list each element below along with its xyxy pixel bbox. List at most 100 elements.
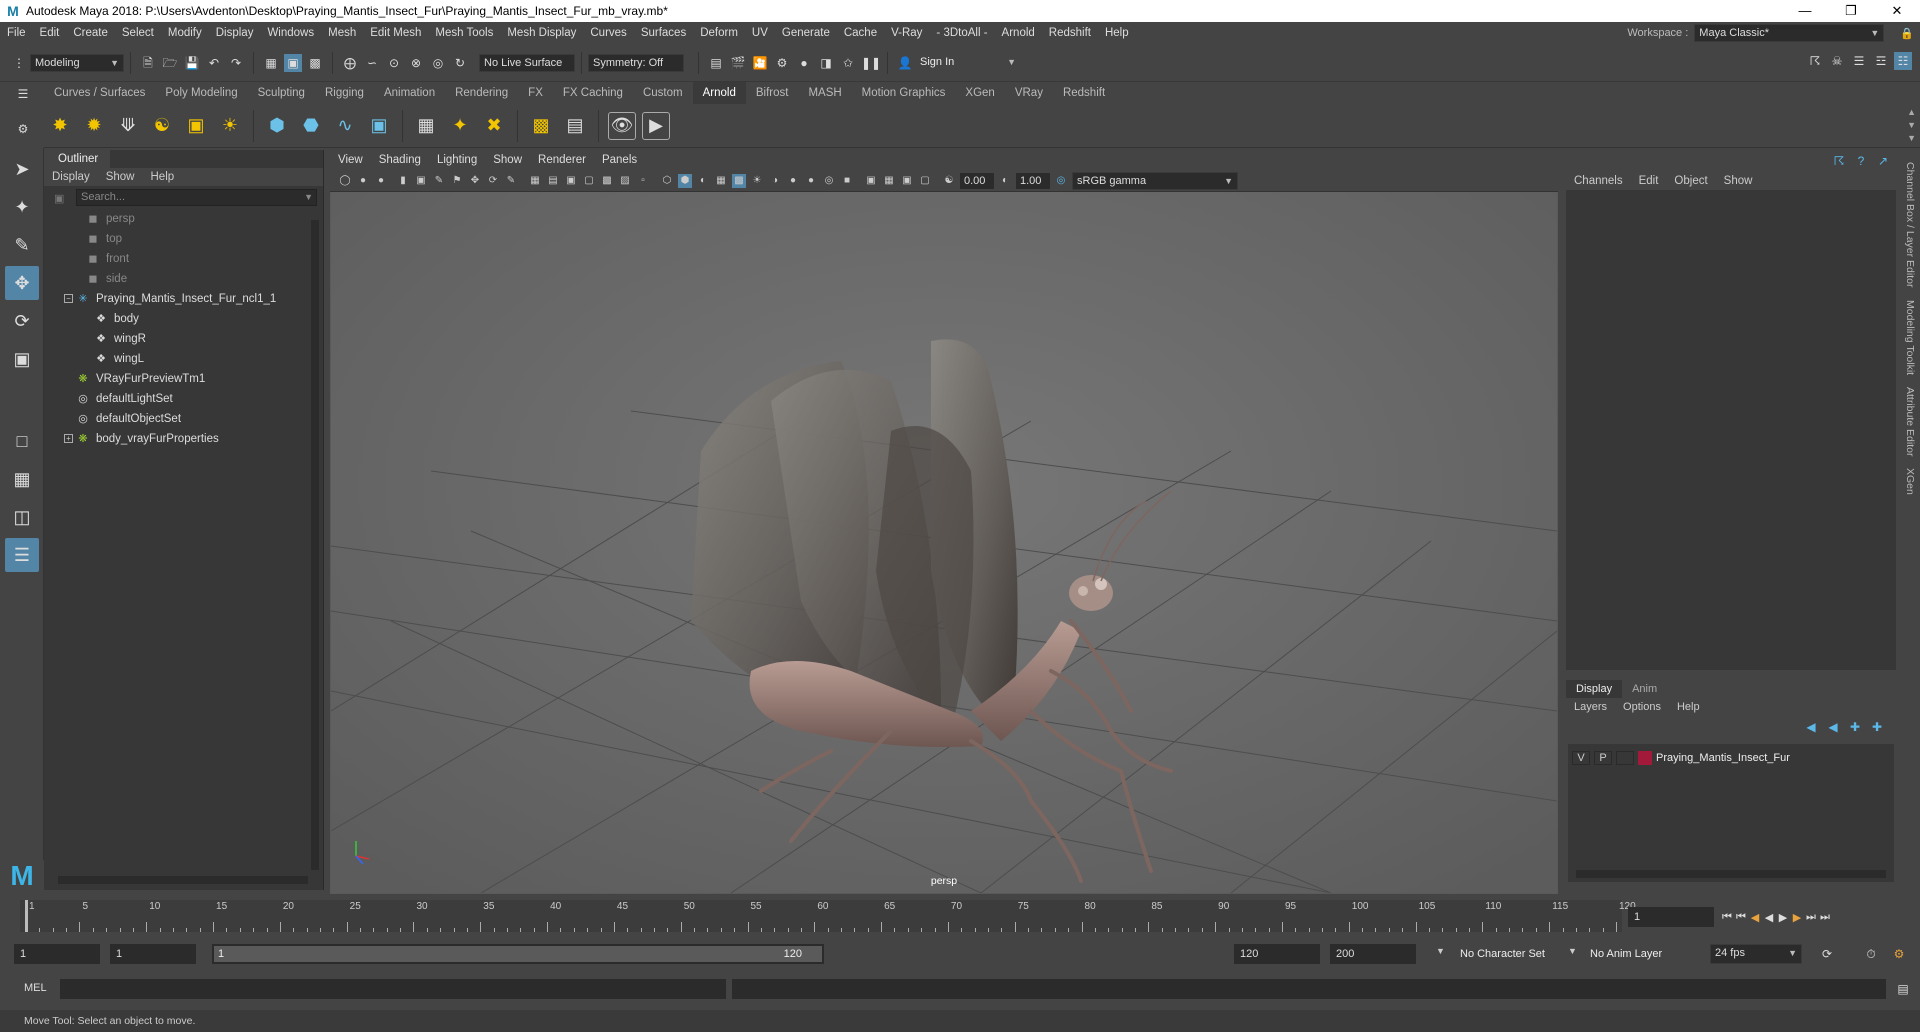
shelf-menu-icon[interactable]: ☰ [14, 85, 32, 103]
render-play-icon[interactable]: ▶ [642, 111, 670, 140]
filter-icon[interactable]: ▣ [54, 192, 64, 205]
menu-edit[interactable]: Edit [33, 22, 67, 44]
outliner-menu-display[interactable]: Display [44, 168, 98, 186]
shelf-tab-motion-graphics[interactable]: Motion Graphics [852, 82, 956, 104]
menu-vray[interactable]: V-Ray [884, 22, 929, 44]
menu-3dtoall[interactable]: - 3DtoAll - [929, 22, 994, 44]
exposure-icon[interactable]: ☯ [942, 174, 956, 188]
shelf-tab-xgen[interactable]: XGen [955, 82, 1004, 104]
textured-icon[interactable]: ▦ [714, 174, 728, 188]
step-forward-frame-icon[interactable]: ▶ [1790, 911, 1804, 924]
side-tab-channel-box[interactable]: Channel Box / Layer Editor [1904, 162, 1916, 288]
shelf-scroll-arrows[interactable]: ▲ ▼ ▼ [1907, 106, 1916, 145]
shelf-tab-arnold[interactable]: Arnold [692, 82, 746, 104]
select-component-icon[interactable]: ▩ [306, 54, 324, 72]
play-forwards-icon[interactable]: ▶ [1776, 911, 1790, 924]
channel-box-area[interactable] [1566, 190, 1896, 670]
menu-windows[interactable]: Windows [260, 22, 321, 44]
auto-key-icon[interactable]: ⏱ [1862, 945, 1880, 963]
layer-horizontal-scrollbar[interactable] [1576, 870, 1886, 878]
redo-icon[interactable]: ↷ [227, 54, 245, 72]
outliner-item-default-object-set[interactable]: ◎ defaultObjectSet [76, 409, 323, 429]
menu-deform[interactable]: Deform [693, 22, 745, 44]
new-layer-icon[interactable]: ✚ [1846, 718, 1864, 736]
render-current-icon[interactable]: 🎬 [729, 54, 747, 72]
side-tab-modeling-toolkit[interactable]: Modeling Toolkit [1904, 300, 1916, 375]
render-view-icon[interactable]: ▤ [707, 54, 725, 72]
toggle-tool-settings-icon[interactable]: ☲ [1872, 52, 1890, 70]
dolly-icon[interactable]: ✎ [504, 174, 518, 188]
wireframe-on-shaded-icon[interactable]: ◐ [696, 174, 710, 188]
outliner-horizontal-scrollbar[interactable] [58, 876, 308, 884]
chevron-down-icon[interactable]: ▼ [1436, 946, 1445, 956]
menu-display[interactable]: Display [209, 22, 261, 44]
grid-toggle-icon[interactable]: ▦ [528, 174, 542, 188]
modeling-toolkit-icon[interactable]: ☈ [1806, 52, 1824, 70]
render-view-icon[interactable]: 👁 [608, 111, 636, 140]
paint-select-tool-icon[interactable]: ✎ [5, 228, 39, 262]
new-scene-icon[interactable]: 🗎 [139, 54, 157, 72]
outliner-item-vrayfur[interactable]: ❋ VRayFurPreviewTm1 [76, 369, 323, 389]
backface-icon[interactable]: ▢ [918, 174, 932, 188]
xray-icon[interactable]: ◑ [768, 174, 782, 188]
outliner-menu-help[interactable]: Help [143, 168, 183, 186]
photometric-light-icon[interactable]: ⟱ [114, 112, 142, 140]
shelf-tab-fx-caching[interactable]: FX Caching [553, 82, 633, 104]
open-scene-icon[interactable]: 🗁 [161, 54, 179, 72]
menu-curves[interactable]: Curves [583, 22, 633, 44]
layer-menu-help[interactable]: Help [1669, 701, 1708, 713]
menu-mesh-tools[interactable]: Mesh Tools [428, 22, 500, 44]
shelf-tab-rendering[interactable]: Rendering [445, 82, 518, 104]
maximize-button[interactable]: ❐ [1828, 0, 1874, 22]
viewport-menu-panels[interactable]: Panels [594, 150, 645, 170]
outliner-tab[interactable]: Outliner [44, 150, 110, 168]
render-settings-icon[interactable]: ⚙ [773, 54, 791, 72]
viewport-menu-view[interactable]: View [330, 150, 371, 170]
menu-help[interactable]: Help [1098, 22, 1136, 44]
menu-cache[interactable]: Cache [837, 22, 884, 44]
workspace-dropdown[interactable]: Maya Classic* ▼ [1694, 24, 1885, 42]
layer-menu-options[interactable]: Options [1615, 701, 1669, 713]
gate-mask-icon[interactable]: ▢ [582, 174, 596, 188]
shelf-tab-fx[interactable]: FX [518, 82, 553, 104]
playback-end-field[interactable]: 120 [1234, 944, 1320, 964]
outliner-item-top[interactable]: ◼ top [86, 229, 323, 249]
shelf-settings-icon[interactable]: ⚙ [14, 120, 32, 138]
pause-icon[interactable]: ❚❚ [861, 54, 881, 72]
layer-tab-anim[interactable]: Anim [1622, 680, 1667, 698]
menu-create[interactable]: Create [66, 22, 115, 44]
step-back-frame-icon[interactable]: ◀ [1748, 911, 1762, 924]
shelf-tab-vray[interactable]: VRay [1005, 82, 1053, 104]
flush-skydome-icon[interactable]: ✖ [480, 112, 508, 140]
select-hierarchy-icon[interactable]: ▦ [262, 54, 280, 72]
side-tab-attribute-editor[interactable]: Attribute Editor [1904, 387, 1916, 456]
smooth-shade-icon[interactable]: ⬢ [678, 173, 692, 188]
exposure-field[interactable]: 0.00 [960, 172, 994, 189]
use-lights-icon[interactable]: ▩ [732, 173, 746, 188]
playback-start-field[interactable]: 1 [110, 944, 196, 964]
physical-sky-icon[interactable]: ☀ [216, 112, 244, 140]
skydome-light-icon[interactable]: ☯ [148, 112, 176, 140]
float-icon[interactable]: ↗ [1874, 152, 1892, 170]
range-slider-handle[interactable]: 1 120 [214, 946, 822, 962]
field-chart-icon[interactable]: ▩ [600, 174, 614, 188]
snap-point-icon[interactable]: ⊙ [385, 54, 403, 72]
close-button[interactable]: ✕ [1874, 0, 1920, 22]
hypershade-icon[interactable]: ● [795, 54, 813, 72]
camera-attributes-icon[interactable]: ● [356, 174, 370, 188]
move-layer-down-icon[interactable]: ◀ [1824, 718, 1842, 736]
new-layer-selected-icon[interactable]: ✚ [1868, 718, 1886, 736]
character-controls-icon[interactable]: ☠ [1828, 52, 1846, 70]
gamma-icon[interactable]: ◐ [998, 174, 1012, 188]
shelf-tab-rigging[interactable]: Rigging [315, 82, 374, 104]
shelf-tab-custom[interactable]: Custom [633, 82, 693, 104]
sign-in-dropdown[interactable]: Sign In ▼ [916, 53, 1020, 72]
time-ruler[interactable]: 1 5 10 15 20 25 30 35 40 45 50 55 60 65 70 75 80 85 90 95 10… [20, 900, 1636, 932]
two-view-icon[interactable]: ◫ [5, 500, 39, 534]
menu-mesh[interactable]: Mesh [321, 22, 363, 44]
xray-active-icon[interactable]: ▣ [900, 174, 914, 188]
snap-surface-icon[interactable]: ◎ [429, 54, 447, 72]
vray-render-icon[interactable]: ◨ [817, 54, 835, 72]
help-icon[interactable]: ? [1852, 152, 1870, 170]
layer-menu-layers[interactable]: Layers [1566, 701, 1615, 713]
